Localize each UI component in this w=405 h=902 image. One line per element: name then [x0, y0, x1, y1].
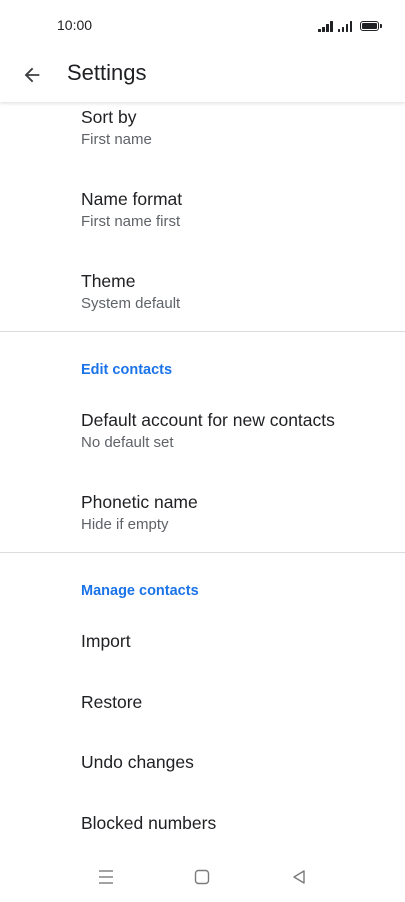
sort-by-preference[interactable]: Sort by First name — [81, 106, 389, 150]
section-header-manage-contacts: Manage contacts — [81, 583, 199, 599]
app-bar: Settings — [0, 52, 405, 102]
status-bar: 10:00 — [0, 0, 405, 52]
battery-icon — [360, 21, 382, 31]
phonetic-name-preference[interactable]: Phonetic name Hide if empty — [81, 491, 389, 535]
preference-summary: No default set — [81, 434, 174, 451]
system-nav-bar — [0, 847, 405, 902]
nav-back-button[interactable] — [288, 867, 310, 887]
preference-title: Default account for new contacts — [81, 410, 335, 430]
preference-title: Theme — [81, 271, 136, 291]
home-icon — [194, 869, 210, 885]
section-header-edit-contacts: Edit contacts — [81, 362, 173, 378]
preference-title: Phonetic name — [81, 492, 198, 512]
divider — [0, 331, 405, 332]
back-button[interactable] — [12, 55, 52, 95]
home-button[interactable] — [191, 867, 213, 887]
default-account-preference[interactable]: Default account for new contacts No defa… — [81, 409, 389, 453]
import-preference[interactable]: Import — [81, 630, 389, 652]
preference-summary: System default — [81, 295, 181, 312]
signal-icon — [318, 20, 333, 32]
undo-changes-preference[interactable]: Undo changes — [81, 751, 389, 773]
preference-summary: Hide if empty — [81, 516, 169, 533]
preference-summary: First name — [81, 131, 152, 148]
preference-title: Name format — [81, 189, 183, 209]
status-time: 10:00 — [57, 17, 93, 33]
preference-title: Undo changes — [81, 752, 194, 772]
menu-icon — [99, 870, 113, 884]
status-icons — [318, 20, 382, 32]
name-format-preference[interactable]: Name format First name first — [81, 188, 389, 232]
arrow-left-icon — [24, 67, 40, 83]
back-triangle-icon — [293, 870, 305, 884]
preference-title: Sort by — [81, 107, 137, 127]
restore-preference[interactable]: Restore — [81, 691, 389, 713]
preference-title: Blocked numbers — [81, 813, 217, 833]
settings-list[interactable]: Sort by First name Name format First nam… — [0, 102, 405, 847]
preference-title: Restore — [81, 692, 143, 712]
divider — [0, 552, 405, 553]
preference-title: Import — [81, 631, 131, 651]
theme-preference[interactable]: Theme System default — [81, 270, 389, 314]
preference-summary: First name first — [81, 213, 181, 230]
page-title: Settings — [67, 60, 147, 85]
recent-apps-button[interactable] — [95, 867, 117, 887]
blocked-numbers-preference[interactable]: Blocked numbers — [81, 812, 389, 834]
signal-icon — [337, 20, 352, 32]
